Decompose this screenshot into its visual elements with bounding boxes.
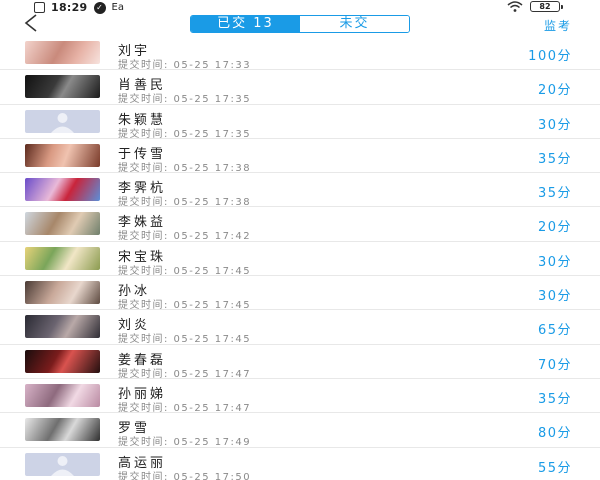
avatar xyxy=(25,349,100,373)
submit-time: 提交时间: 05-25 17:47 xyxy=(118,402,252,414)
nav-bar: 已交 13 未交 监考 xyxy=(0,14,600,36)
battery-icon: 82 xyxy=(530,1,563,12)
avatar xyxy=(25,246,100,270)
wifi-icon xyxy=(507,1,523,12)
submit-time: 提交时间: 05-25 17:47 xyxy=(118,368,252,380)
score-label: 35分 xyxy=(537,391,572,407)
list-item[interactable]: 孙冰 提交时间: 05-25 17:45 30分 xyxy=(0,276,600,312)
sim-icon xyxy=(34,2,45,13)
score-label: 55分 xyxy=(537,460,572,476)
submit-time: 提交时间: 05-25 17:50 xyxy=(118,471,252,480)
score-label: 30分 xyxy=(537,117,572,133)
list-item[interactable]: 高运丽 提交时间: 05-25 17:50 55分 xyxy=(0,448,600,480)
list-item[interactable]: 李霁杭 提交时间: 05-25 17:38 35分 xyxy=(0,173,600,209)
avatar xyxy=(25,41,100,64)
submission-tabs: 已交 13 未交 xyxy=(190,15,410,33)
sim-label: Ea xyxy=(111,2,124,13)
score-label: 70分 xyxy=(537,357,572,373)
avatar xyxy=(25,212,100,236)
score-label: 20分 xyxy=(537,220,572,236)
back-button[interactable] xyxy=(24,14,44,36)
score-label: 35分 xyxy=(537,186,572,202)
avatar xyxy=(25,383,100,407)
submit-time: 提交时间: 05-25 17:45 xyxy=(118,334,252,346)
status-bar: 18:29 ✓ Ea 82 xyxy=(0,0,600,14)
score-label: 100分 xyxy=(528,49,572,64)
list-item[interactable]: 宋宝珠 提交时间: 05-25 17:45 30分 xyxy=(0,242,600,277)
submit-time: 提交时间: 05-25 17:45 xyxy=(118,265,252,277)
list-item[interactable]: 朱颖慧 提交时间: 05-25 17:35 30分 xyxy=(0,105,600,140)
list-item[interactable]: 孙丽娣 提交时间: 05-25 17:47 35分 xyxy=(0,379,600,414)
default-avatar-icon xyxy=(25,109,100,133)
avatar xyxy=(25,75,100,99)
list-item[interactable]: 肖善民 提交时间: 05-25 17:35 20分 xyxy=(0,70,600,106)
submit-time: 提交时间: 05-25 17:45 xyxy=(118,300,252,312)
tab-submitted[interactable]: 已交 13 xyxy=(191,16,300,32)
chevron-left-icon xyxy=(24,14,37,32)
submit-time: 提交时间: 05-25 17:42 xyxy=(118,231,252,243)
submit-time: 提交时间: 05-25 17:35 xyxy=(118,94,252,106)
avatar xyxy=(25,143,100,167)
submit-time: 提交时间: 05-25 17:49 xyxy=(118,437,252,449)
check-icon: ✓ xyxy=(93,1,106,14)
monitor-button[interactable]: 监考 xyxy=(544,17,572,34)
list-item[interactable]: 姜春磊 提交时间: 05-25 17:47 70分 xyxy=(0,345,600,380)
list-item[interactable]: 李姝益 提交时间: 05-25 17:42 20分 xyxy=(0,207,600,243)
score-label: 30分 xyxy=(537,254,572,270)
submit-time: 提交时间: 05-25 17:33 xyxy=(118,60,252,71)
list-item[interactable]: 刘宇 提交时间: 05-25 17:33 100分 xyxy=(0,36,600,71)
list-item[interactable]: 刘炎 提交时间: 05-25 17:45 65分 xyxy=(0,310,600,346)
avatar xyxy=(25,281,100,305)
avatar xyxy=(25,418,100,442)
list-item[interactable]: 于传雪 提交时间: 05-25 17:38 35分 xyxy=(0,139,600,174)
score-label: 20分 xyxy=(537,83,572,99)
score-label: 35分 xyxy=(537,151,572,167)
battery-level: 82 xyxy=(539,2,551,11)
avatar xyxy=(25,178,100,202)
submit-time: 提交时间: 05-25 17:38 xyxy=(118,197,252,209)
avatar xyxy=(25,315,100,339)
status-time: 18:29 xyxy=(51,1,88,14)
list-item[interactable]: 罗雪 提交时间: 05-25 17:49 80分 xyxy=(0,413,600,449)
default-avatar-icon xyxy=(25,452,100,476)
score-label: 80分 xyxy=(537,426,572,442)
submit-time: 提交时间: 05-25 17:38 xyxy=(118,162,252,174)
tab-not-submitted[interactable]: 未交 xyxy=(300,16,409,32)
score-label: 65分 xyxy=(537,323,572,339)
student-list: 刘宇 提交时间: 05-25 17:33 100分 肖善民 提交时间: 05-25 17… xyxy=(0,36,600,480)
score-label: 30分 xyxy=(537,289,572,305)
submit-time: 提交时间: 05-25 17:35 xyxy=(118,128,252,140)
